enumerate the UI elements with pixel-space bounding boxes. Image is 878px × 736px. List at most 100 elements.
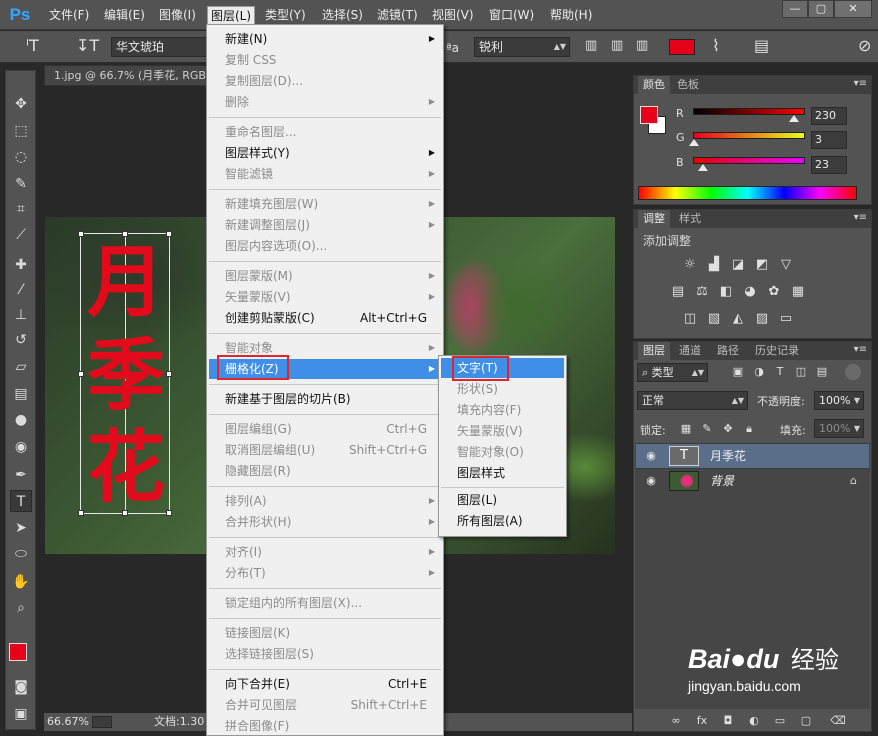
status-icon[interactable] [92,716,112,728]
layer-row-background[interactable]: ◉ 背景 ⌂ [636,468,869,493]
filter-adjustment-icon[interactable]: ◑ [751,364,767,380]
eye-icon[interactable]: ◉ [644,449,658,462]
filter-type-icon[interactable]: T [772,364,788,380]
slider-r-track[interactable] [693,108,805,115]
rasterize-item-1[interactable]: 形状(S) [441,379,564,399]
layer-menu-item-10[interactable]: 新建调整图层(J) ▶ [209,215,441,235]
text-layer-bounding-box[interactable]: 月 季 花 [78,231,172,516]
slider-r-thumb[interactable] [789,115,800,122]
blur-tool-icon[interactable]: ● [10,409,32,431]
layer-menu-item-15[interactable]: 创建剪贴蒙版(C) Alt+Ctrl+G [209,308,441,328]
layer-menu-item-3[interactable]: 删除 ▶ [209,92,441,112]
crop-tool-icon[interactable]: ⌗ [10,198,32,220]
layer-menu-item-32[interactable]: 锁定组内的所有图层(X)... [209,593,441,613]
align-left-icon[interactable]: ▥ [585,37,597,55]
lock-transparent-icon[interactable]: ▦ [678,421,694,437]
menu-window[interactable]: 窗口(W) [486,6,537,25]
threshold-icon[interactable]: ◭ [730,311,746,327]
layer-menu-item-17[interactable]: 智能对象 ▶ [209,338,441,358]
transform-handle[interactable] [78,371,84,377]
layer-menu-item-35[interactable]: 选择链接图层(S) [209,644,441,664]
dodge-tool-icon[interactable]: ◉ [10,436,32,458]
tab-adjustments[interactable]: 调整 [638,210,670,228]
color-panel-fg-swatch[interactable] [640,106,658,124]
type-tool-icon[interactable]: T [10,490,32,512]
layer-menu-item-7[interactable]: 智能滤镜 ▶ [209,164,441,184]
layer-menu-item-14[interactable]: 矢量蒙版(V) ▶ [209,287,441,307]
rasterize-item-2[interactable]: 填充内容(F) [441,400,564,420]
lock-pixels-icon[interactable]: ✎ [699,421,715,437]
type-tool-preset-icon[interactable]: ᴵT [26,37,39,55]
new-layer-icon[interactable]: ▢ [798,713,814,729]
layer-menu-item-26[interactable]: 排列(A) ▶ [209,491,441,511]
menu-view[interactable]: 视图(V) [429,6,477,25]
character-panel-icon[interactable]: ▤ [754,37,769,55]
transform-handle[interactable] [122,231,128,237]
brush-tool-icon[interactable]: ⁄ [10,279,32,301]
layer-menu-item-18[interactable]: 栅格化(Z) ▶ [209,359,441,379]
maximize-button[interactable]: ▢ [808,0,834,18]
fx-icon[interactable]: fx [694,713,710,729]
align-right-icon[interactable]: ▥ [636,37,648,55]
rasterize-item-0[interactable]: 文字(T) [441,358,564,378]
history-brush-tool-icon[interactable]: ↺ [10,329,32,351]
eraser-tool-icon[interactable]: ▱ [10,356,32,378]
levels-icon[interactable]: ▟ [706,257,722,273]
warp-text-icon[interactable]: ⌇ [712,37,720,55]
zoom-level[interactable]: 66.67% [47,713,89,731]
layer-menu-item-34[interactable]: 链接图层(K) [209,623,441,643]
tab-channels[interactable]: 通道 [674,342,706,360]
opacity-field[interactable]: 100% ▼ [814,391,864,410]
layer-menu-item-0[interactable]: 新建(N) ▶ [209,29,441,49]
transform-handle[interactable] [166,371,172,377]
layer-menu-item-9[interactable]: 新建填充图层(W) ▶ [209,194,441,214]
layer-menu-item-5[interactable]: 重命名图层... [209,122,441,142]
layer-menu-item-37[interactable]: 向下合并(E) Ctrl+E [209,674,441,694]
folder-icon[interactable]: ▭ [772,713,788,729]
adjustment-layer-icon[interactable]: ◐ [746,713,762,729]
eyedropper-tool-icon[interactable]: ⟋ [10,224,32,246]
ellipse-tool-icon[interactable]: ⬭ [10,543,32,565]
lock-position-icon[interactable]: ✥ [720,421,736,437]
rasterize-item-3[interactable]: 矢量蒙版(V) [441,421,564,441]
menu-filter[interactable]: 滤镜(T) [374,6,421,25]
layer-menu-item-20[interactable]: 新建基于图层的切片(B) [209,389,441,409]
layer-menu-item-11[interactable]: 图层内容选项(O)... [209,236,441,256]
slider-g-value[interactable]: 3 [811,131,847,149]
toggle-orientation-icon[interactable]: ↧T [76,37,99,55]
trash-icon[interactable]: ⌫ [830,713,846,729]
path-select-tool-icon[interactable]: ➤ [10,517,32,539]
tab-layers[interactable]: 图层 [638,342,670,360]
menu-type[interactable]: 类型(Y) [262,6,309,25]
filter-shape-icon[interactable]: ◫ [793,364,809,380]
selective-color-icon[interactable]: ▨ [754,311,770,327]
gradient-map-icon[interactable]: ▭ [778,311,794,327]
align-center-icon[interactable]: ▥ [611,37,623,55]
menu-layer[interactable]: 图层(L) [207,6,256,25]
rasterize-item-4[interactable]: 智能对象(O) [441,442,564,462]
layer-filter-select[interactable]: ⌕ 类型 ▲▼ [637,363,708,382]
text-color-swatch[interactable] [669,39,695,55]
tab-history[interactable]: 历史记录 [750,342,804,360]
layer-menu-item-39[interactable]: 拼合图像(F) [209,716,441,736]
menu-file[interactable]: 文件(F) [46,6,92,25]
transform-handle[interactable] [78,231,84,237]
black-white-icon[interactable]: ◧ [718,284,734,300]
filter-toggle[interactable] [845,364,861,380]
photo-filter-icon[interactable]: ◕ [742,284,758,300]
brightness-icon[interactable]: ☼ [682,257,698,273]
layer-menu-item-6[interactable]: 图层样式(Y) ▶ [209,143,441,163]
fill-field[interactable]: 100% ▼ [814,419,864,438]
transform-handle[interactable] [78,510,84,516]
blend-mode-select[interactable]: 正常 ▲▼ [637,391,748,410]
channel-mixer-icon[interactable]: ✿ [766,284,782,300]
layer-menu-item-38[interactable]: 合并可见图层 Shift+Ctrl+E [209,695,441,715]
mask-icon[interactable]: ◘ [720,713,736,729]
zoom-tool-icon[interactable]: ⌕ [10,597,32,619]
link-icon[interactable]: ∞ [668,713,684,729]
lock-all-icon[interactable]: 🔒︎ [741,421,757,437]
rasterize-item-7[interactable]: 图层(L) [441,490,564,510]
panel-menu-icon[interactable]: ▾≡ [854,78,867,89]
slider-b-thumb[interactable] [698,164,709,171]
filter-pixel-icon[interactable]: ▣ [730,364,746,380]
